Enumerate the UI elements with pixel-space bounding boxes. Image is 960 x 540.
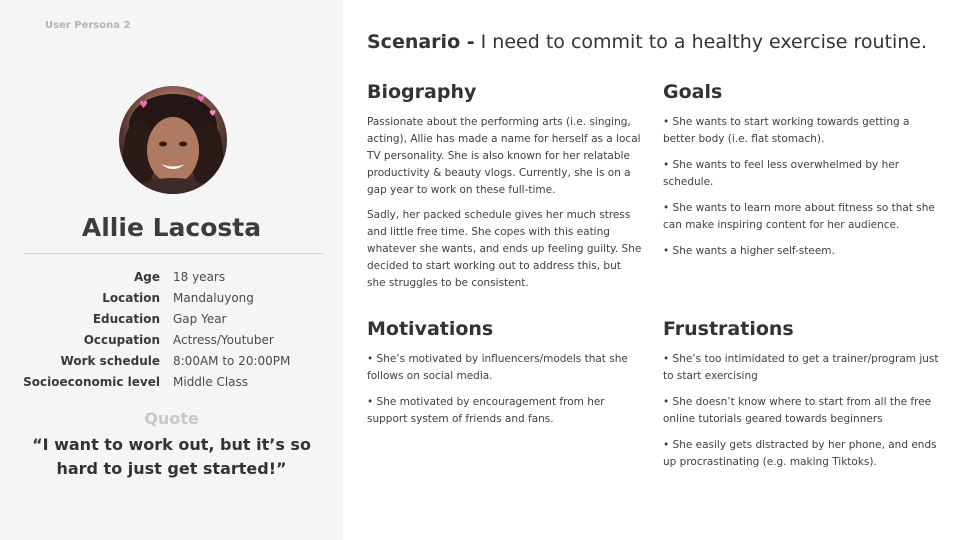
- frustrations-section: Frustrations She’s too intimidated to ge…: [663, 318, 943, 480]
- detail-row-work-schedule: Work schedule 8:00AM to 20:00PM: [0, 354, 343, 375]
- list-item: She wants to learn more about fitness so…: [663, 200, 938, 234]
- list-item: She’s too intimidated to get a trainer/p…: [663, 351, 943, 385]
- goals-section: Goals She wants to start working towards…: [663, 81, 938, 269]
- profile-sidebar: User Persona 2 ♥ ♥ ♥ Allie Lacosta Age 1…: [0, 0, 343, 540]
- scenario: Scenario - I need to commit to a healthy…: [367, 31, 927, 53]
- list-item: She wants to feel less overwhelmed by he…: [663, 157, 938, 191]
- scenario-label: Scenario -: [367, 31, 475, 53]
- detail-value: Gap Year: [173, 312, 227, 326]
- detail-value: Mandaluyong: [173, 291, 254, 305]
- name-divider: [24, 253, 323, 254]
- section-title: Goals: [663, 81, 723, 103]
- detail-row-age: Age 18 years: [0, 270, 343, 291]
- svg-text:♥: ♥: [139, 100, 148, 111]
- detail-row-location: Location Mandaluyong: [0, 291, 343, 312]
- detail-row-socioeconomic: Socioeconomic level Middle Class: [0, 375, 343, 396]
- list-item: She doesn’t know where to start from all…: [663, 394, 943, 428]
- avatar: ♥ ♥ ♥: [119, 86, 227, 194]
- list-item: She wants to start working towards getti…: [663, 114, 938, 148]
- goals-list: She wants to start working towards getti…: [663, 114, 938, 260]
- detail-label: Location: [102, 291, 160, 305]
- detail-value: Actress/Youtuber: [173, 333, 274, 347]
- list-item: She motivated by encouragement from her …: [367, 394, 642, 428]
- scenario-text: I need to commit to a healthy exercise r…: [474, 31, 928, 53]
- biography-paragraph: Passionate about the performing arts (i.…: [367, 116, 641, 196]
- svg-text:♥: ♥: [209, 109, 216, 118]
- persona-details: Age 18 years Location Mandaluyong Educat…: [0, 270, 343, 396]
- biography-section: Biography Passionate about the performin…: [367, 81, 642, 300]
- motivations-list: She’s motivated by influencers/models th…: [367, 351, 642, 428]
- detail-label: Age: [133, 270, 160, 284]
- detail-label: Occupation: [83, 333, 160, 347]
- list-item: She’s motivated by influencers/models th…: [367, 351, 642, 385]
- motivations-section: Motivations She’s motivated by influence…: [367, 318, 642, 437]
- section-title: Frustrations: [663, 318, 794, 340]
- persona-quote: “I want to work out, but it’s so hard to…: [32, 435, 311, 478]
- frustrations-list: She’s too intimidated to get a trainer/p…: [663, 351, 943, 471]
- detail-value: 8:00AM to 20:00PM: [173, 354, 291, 368]
- quote-label: Quote: [144, 409, 199, 428]
- detail-label: Work schedule: [60, 354, 160, 368]
- biography-paragraph: Sadly, her packed schedule gives her muc…: [367, 209, 642, 289]
- section-title: Motivations: [367, 318, 494, 340]
- list-item: She wants a higher self-steem.: [663, 243, 938, 260]
- detail-row-occupation: Occupation Actress/Youtuber: [0, 333, 343, 354]
- persona-name: Allie Lacosta: [81, 213, 262, 242]
- detail-value: 18 years: [173, 270, 226, 284]
- section-title: Biography: [367, 81, 477, 103]
- detail-row-education: Education Gap Year: [0, 312, 343, 333]
- detail-value: Middle Class: [173, 375, 249, 389]
- detail-label: Socioeconomic level: [23, 375, 160, 389]
- list-item: She easily gets distracted by her phone,…: [663, 437, 943, 471]
- persona-tag: User Persona 2: [45, 20, 131, 31]
- detail-label: Education: [92, 312, 160, 326]
- svg-text:♥: ♥: [197, 95, 205, 105]
